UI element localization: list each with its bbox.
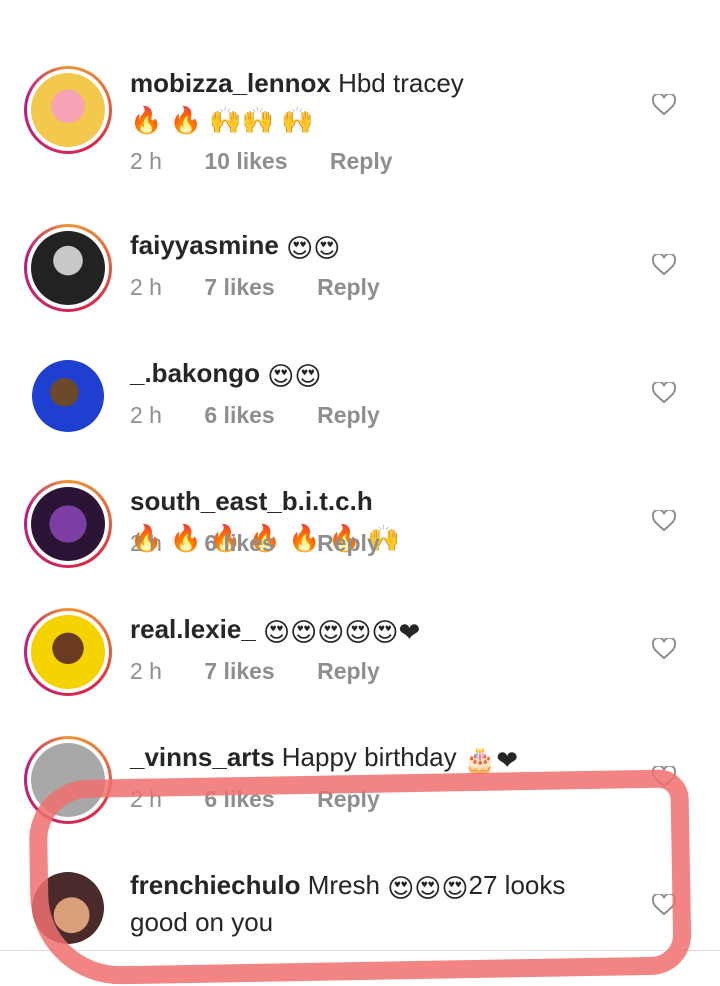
comment-emoji: 😍😍😍: [387, 873, 469, 903]
comment-time: 2 h: [130, 402, 162, 428]
comment-username[interactable]: _vinns_arts: [130, 742, 275, 772]
comment-time: 2 h: [130, 658, 162, 684]
reply-button[interactable]: Reply: [317, 658, 380, 684]
avatar[interactable]: [32, 360, 104, 432]
avatar[interactable]: [32, 872, 104, 944]
comment-time: 2 h: [130, 530, 162, 556]
comment-meta: 2 h 7 likes Reply: [130, 274, 416, 301]
comment-likes[interactable]: 6 likes: [204, 530, 274, 556]
heart-icon[interactable]: [652, 894, 676, 916]
comment-emoji: 🎂❤: [463, 745, 519, 775]
comment-text: Hbd tracey: [338, 68, 464, 98]
comment-time: 2 h: [130, 148, 162, 174]
comment-username[interactable]: mobizza_lennox: [130, 68, 331, 98]
avatar[interactable]: [24, 66, 112, 154]
comment-username[interactable]: south_east_b.i.t.c.h: [130, 486, 373, 516]
reply-button[interactable]: Reply: [317, 402, 380, 428]
comment-username[interactable]: real.lexie_: [130, 614, 256, 644]
comment-likes[interactable]: 7 likes: [204, 658, 274, 684]
heart-icon[interactable]: [652, 382, 676, 404]
heart-icon[interactable]: [652, 254, 676, 276]
comment-username[interactable]: faiyyasmine: [130, 230, 279, 260]
comment-likes[interactable]: 7 likes: [204, 274, 274, 300]
comment-text: Mresh: [307, 870, 380, 900]
heart-icon[interactable]: [652, 638, 676, 660]
comment-likes[interactable]: 6 likes: [204, 786, 274, 812]
heart-icon[interactable]: [652, 94, 676, 116]
comment-meta: 2 h 6 likes Reply: [130, 402, 416, 429]
avatar[interactable]: [24, 480, 112, 568]
comment-username[interactable]: _.bakongo: [130, 358, 260, 388]
reply-button[interactable]: Reply: [317, 786, 380, 812]
comment-likes[interactable]: 6 likes: [204, 402, 274, 428]
divider: [0, 950, 720, 951]
comment-meta: 2 h 7 likes Reply: [130, 658, 416, 685]
avatar[interactable]: [24, 224, 112, 312]
heart-icon[interactable]: [652, 510, 676, 532]
avatar[interactable]: [24, 608, 112, 696]
comment-emoji: 😍😍: [267, 361, 322, 391]
comment-username[interactable]: frenchiechulo: [130, 870, 300, 900]
comment-emoji: 😍😍: [286, 233, 341, 263]
comment-meta: 2 h 6 likes Reply: [130, 786, 416, 813]
comment-time: 2 h: [130, 786, 162, 812]
comment-emoji: 😍😍😍😍😍❤: [263, 617, 421, 647]
comment-meta: 2 h 6 likes Reply: [130, 530, 416, 557]
comment-emoji: 🔥 🔥 🙌🙌 🙌: [130, 105, 314, 135]
reply-button[interactable]: Reply: [317, 274, 380, 300]
comment-meta: 2 h 10 likes Reply: [130, 148, 429, 175]
heart-icon[interactable]: [652, 766, 676, 788]
comment-likes[interactable]: 10 likes: [204, 148, 287, 174]
avatar[interactable]: [24, 736, 112, 824]
comment-text: Happy birthday: [281, 742, 457, 772]
reply-button[interactable]: Reply: [330, 148, 393, 174]
comment-time: 2 h: [130, 274, 162, 300]
reply-button[interactable]: Reply: [317, 530, 380, 556]
